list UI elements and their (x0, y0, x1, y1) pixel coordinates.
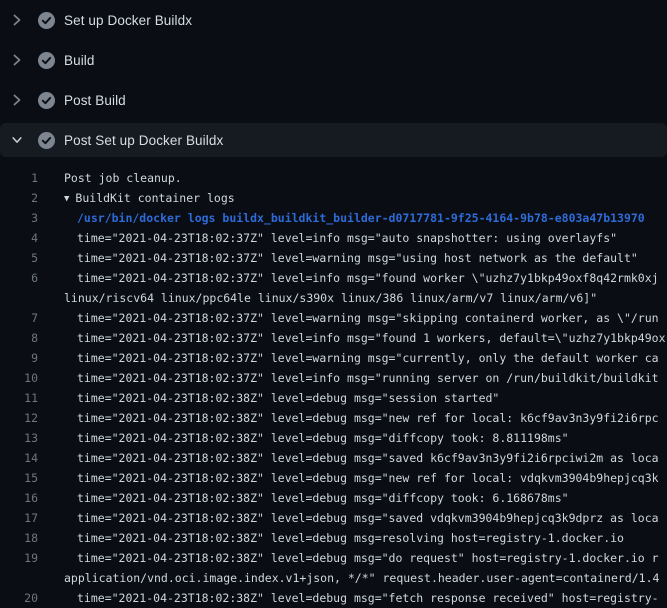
check-circle-icon (38, 132, 55, 149)
log-text: time="2021-04-23T18:02:38Z" level=debug … (38, 548, 659, 568)
line-number[interactable]: 20 (0, 588, 38, 608)
log-line: 15time="2021-04-23T18:02:38Z" level=debu… (0, 468, 667, 488)
log-text: BuildKit container logs (75, 191, 234, 205)
line-number[interactable]: 3 (0, 208, 38, 228)
log-line: 13time="2021-04-23T18:02:38Z" level=debu… (0, 428, 667, 448)
section-title: Set up Docker Buildx (64, 13, 192, 28)
section-title: Post Set up Docker Buildx (64, 133, 223, 148)
log-text: time="2021-04-23T18:02:37Z" level=info m… (38, 228, 617, 248)
log-text: time="2021-04-23T18:02:38Z" level=debug … (38, 408, 659, 428)
log-text: time="2021-04-23T18:02:38Z" level=debug … (38, 448, 659, 468)
log-text: time="2021-04-23T18:02:37Z" level=info m… (38, 268, 659, 288)
log-line: 8time="2021-04-23T18:02:37Z" level=info … (0, 328, 667, 348)
section-title: Build (64, 53, 95, 68)
chevron-right-icon[interactable] (11, 12, 23, 28)
log-text: linux/riscv64 linux/ppc64le linux/s390x … (38, 288, 597, 308)
log-line-continuation: application/vnd.oci.image.index.v1+json,… (0, 568, 667, 588)
log-line: 11time="2021-04-23T18:02:38Z" level=debu… (0, 388, 667, 408)
log-line: 2 ▼ BuildKit container logs (0, 188, 667, 208)
log-line: 1Post job cleanup. (0, 168, 667, 188)
log-group-title: ▼ BuildKit container logs (38, 188, 235, 208)
line-number[interactable]: 12 (0, 408, 38, 428)
line-number[interactable]: 8 (0, 328, 38, 348)
log-line: 9time="2021-04-23T18:02:37Z" level=warni… (0, 348, 667, 368)
log-text: time="2021-04-23T18:02:38Z" level=debug … (38, 468, 659, 488)
log-text: time="2021-04-23T18:02:38Z" level=debug … (38, 528, 624, 548)
chevron-down-icon[interactable] (11, 132, 23, 148)
log-text: time="2021-04-23T18:02:37Z" level=info m… (38, 368, 659, 388)
section-header-post-set-up-docker-buildx[interactable]: Post Set up Docker Buildx (0, 123, 667, 157)
line-number[interactable]: 16 (0, 488, 38, 508)
line-number[interactable]: 11 (0, 388, 38, 408)
command-text: /usr/bin/docker logs buildx_buildkit_bui… (38, 208, 645, 228)
line-number (0, 568, 38, 588)
log-line: 6time="2021-04-23T18:02:37Z" level=info … (0, 268, 667, 288)
check-circle-icon (38, 92, 55, 109)
line-number[interactable]: 5 (0, 248, 38, 268)
log-line-continuation: linux/riscv64 linux/ppc64le linux/s390x … (0, 288, 667, 308)
line-number (0, 288, 38, 308)
log-text: time="2021-04-23T18:02:37Z" level=warnin… (38, 308, 659, 328)
log-text: time="2021-04-23T18:02:38Z" level=debug … (38, 588, 659, 608)
line-number[interactable]: 1 (0, 168, 38, 188)
chevron-right-icon[interactable] (11, 52, 23, 68)
line-number[interactable]: 14 (0, 448, 38, 468)
check-circle-icon (38, 12, 55, 29)
section-header-post-build[interactable]: Post Build (0, 83, 667, 117)
line-number[interactable]: 15 (0, 468, 38, 488)
log-line: 16time="2021-04-23T18:02:38Z" level=debu… (0, 488, 667, 508)
section-header-set-up-docker-buildx[interactable]: Set up Docker Buildx (0, 3, 667, 37)
line-number[interactable]: 2 (0, 188, 38, 208)
check-circle-icon (38, 52, 55, 69)
log-line: 10time="2021-04-23T18:02:37Z" level=info… (0, 368, 667, 388)
log-text: application/vnd.oci.image.index.v1+json,… (38, 568, 659, 588)
log-line: 3/usr/bin/docker logs buildx_buildkit_bu… (0, 208, 667, 228)
log-line: 12time="2021-04-23T18:02:38Z" level=debu… (0, 408, 667, 428)
line-number[interactable]: 17 (0, 508, 38, 528)
log-group-toggle-icon[interactable]: ▼ (64, 189, 69, 208)
log-line: 20time="2021-04-23T18:02:38Z" level=debu… (0, 588, 667, 608)
job-steps-list: Set up Docker Buildx Build Post Build Post … (0, 0, 667, 160)
log-line: 7time="2021-04-23T18:02:37Z" level=warni… (0, 308, 667, 328)
log-text: time="2021-04-23T18:02:38Z" level=debug … (38, 508, 659, 528)
log-line: 18time="2021-04-23T18:02:38Z" level=debu… (0, 528, 667, 548)
log-line: 4time="2021-04-23T18:02:37Z" level=info … (0, 228, 667, 248)
line-number[interactable]: 6 (0, 268, 38, 288)
log-text: time="2021-04-23T18:02:38Z" level=debug … (38, 388, 499, 408)
line-number[interactable]: 9 (0, 348, 38, 368)
section-header-build[interactable]: Build (0, 43, 667, 77)
line-number[interactable]: 13 (0, 428, 38, 448)
line-number[interactable]: 7 (0, 308, 38, 328)
log-text: time="2021-04-23T18:02:38Z" level=debug … (38, 488, 569, 508)
log-text: time="2021-04-23T18:02:37Z" level=info m… (38, 328, 666, 348)
line-number[interactable]: 4 (0, 228, 38, 248)
line-number[interactable]: 18 (0, 528, 38, 548)
line-number[interactable]: 10 (0, 368, 38, 388)
log-text: time="2021-04-23T18:02:38Z" level=debug … (38, 428, 569, 448)
log-line: 5time="2021-04-23T18:02:37Z" level=warni… (0, 248, 667, 268)
step-log-viewer: 1Post job cleanup.2 ▼ BuildKit container l… (0, 160, 667, 608)
log-line: 17time="2021-04-23T18:02:38Z" level=debu… (0, 508, 667, 528)
chevron-right-icon[interactable] (11, 92, 23, 108)
log-text: Post job cleanup. (38, 168, 182, 188)
log-text: time="2021-04-23T18:02:37Z" level=warnin… (38, 248, 638, 268)
log-text: time="2021-04-23T18:02:37Z" level=warnin… (38, 348, 659, 368)
section-title: Post Build (64, 93, 126, 108)
line-number[interactable]: 19 (0, 548, 38, 568)
log-line: 19time="2021-04-23T18:02:38Z" level=debu… (0, 548, 667, 568)
log-line: 14time="2021-04-23T18:02:38Z" level=debu… (0, 448, 667, 468)
